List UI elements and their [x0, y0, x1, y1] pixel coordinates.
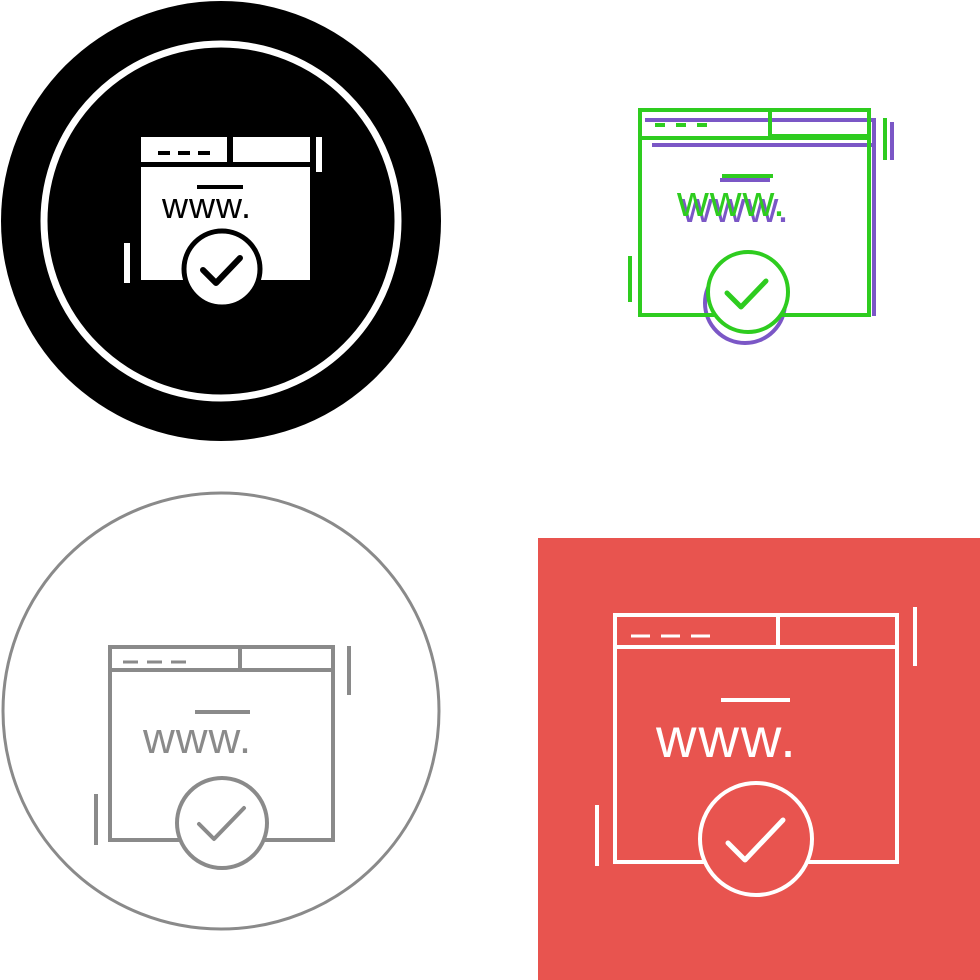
www-label: www.	[676, 177, 786, 226]
www-label: www.	[161, 185, 252, 226]
www-label: www.	[655, 706, 798, 769]
www-label: www.	[142, 714, 252, 763]
www-verified-duotone-icon: www. www.	[628, 108, 894, 345]
check-circle-icon	[181, 228, 263, 310]
icon-tile-glyph: www.	[0, 0, 490, 490]
icon-tile-outline: www.	[0, 490, 490, 980]
icon-tile-flat-square: www.	[490, 490, 980, 980]
icon-tile-duotone: www. www.	[490, 0, 980, 490]
check-circle-icon	[706, 250, 790, 334]
www-verified-outline-icon: www.	[1, 491, 441, 931]
www-verified-glyph-icon: www.	[1, 1, 441, 441]
check-circle-icon	[175, 776, 269, 870]
www-verified-flat-icon: www.	[538, 538, 980, 980]
check-circle-icon	[698, 781, 814, 897]
